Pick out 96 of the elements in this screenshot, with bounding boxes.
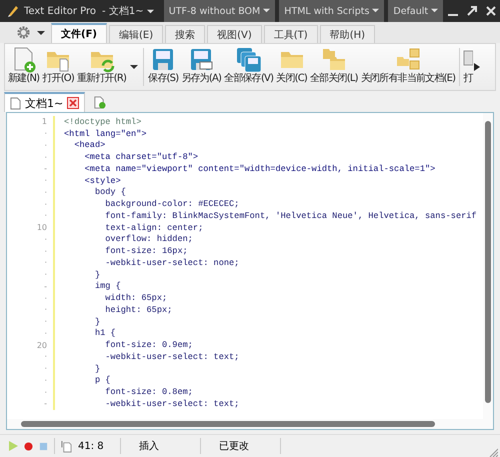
code-line: -webkit-user-select: text; — [104, 398, 240, 409]
document-title: 文档1~ — [25, 96, 64, 110]
ribbon-button[interactable]: 打 — [463, 44, 474, 90]
ribbon-tab[interactable]: 编辑(E) — [108, 25, 164, 43]
code-line: height: 65px; — [104, 304, 172, 315]
code-line: font-size: 16px; — [104, 246, 188, 256]
ribbon-tab[interactable]: 搜索 — [165, 25, 206, 43]
code-line: img { — [94, 281, 121, 292]
scroll-right-icon[interactable] — [474, 63, 480, 71]
ribbon-button[interactable]: 全部保存(V) — [223, 44, 274, 90]
line-number: · — [43, 388, 47, 397]
resize-grip-icon[interactable] — [488, 447, 498, 457]
document-menu[interactable]: - 文档1~ — [100, 4, 156, 18]
app-name: Text Editor Pro — [24, 6, 96, 16]
horizontal-scrollbar[interactable] — [7, 419, 493, 429]
line-number: · — [43, 317, 47, 326]
modified-status: 已更改 — [218, 440, 250, 453]
line-number: · — [43, 200, 47, 209]
ribbon-button[interactable]: 关闭所有非当前文档(E) — [360, 44, 456, 90]
title-dropdown[interactable]: UTF-8 without BOM — [164, 0, 276, 22]
ribbon-button[interactable]: 打开(O) — [41, 44, 75, 90]
ribbon-button[interactable]: 关闭(C) — [275, 44, 308, 90]
code-line: background-color: #ECECEC; — [104, 199, 240, 210]
caret-icon — [431, 7, 438, 14]
code-line: font-family: BlinkMacSystemFont, 'Helvetica Neue', Helvetica, sans-serif — [104, 210, 477, 221]
line-number: · — [43, 376, 47, 385]
code-line: } — [94, 316, 100, 327]
code-line: width: 65px; — [104, 293, 168, 304]
line-number: · — [43, 152, 47, 162]
ribbon-tab[interactable]: 视图(V) — [207, 25, 262, 43]
settings-icon[interactable] — [16, 25, 31, 40]
ribbon-tab[interactable]: 文件(F) — [51, 23, 107, 43]
line-number: · — [43, 305, 47, 314]
title-dropdown[interactable]: HTML with Scripts — [279, 0, 384, 22]
pencil-icon — [6, 4, 20, 18]
code-line: p { — [94, 375, 110, 386]
ribbon-tab[interactable]: 工具(T) — [264, 25, 318, 43]
document-icon — [10, 96, 21, 110]
code-line: h1 { — [94, 328, 116, 338]
code-line: <!doctype html> — [64, 116, 142, 127]
title-dropdown[interactable]: Default — [388, 0, 444, 22]
ribbon-button[interactable]: 新建(N) — [7, 44, 40, 90]
line-number: 10 — [36, 223, 47, 232]
line-number: · — [43, 270, 47, 280]
line-number: · — [43, 129, 47, 138]
line-number: - — [43, 282, 47, 291]
new-tab-icon[interactable] — [93, 96, 106, 109]
line-number: · — [43, 234, 47, 244]
line-number: - — [43, 164, 47, 174]
vertical-scrollbar[interactable] — [483, 113, 493, 419]
code-line: } — [94, 270, 100, 280]
code-line: <meta name="viewport" content="width=device-width, initial-scale=1"> — [84, 164, 436, 174]
line-number: · — [43, 176, 47, 186]
record-icon[interactable] — [24, 442, 33, 450]
floppy-disks-icon — [236, 47, 262, 73]
code-line: -webkit-user-select: text; — [104, 352, 240, 362]
code-line: body { — [94, 187, 126, 198]
ribbon-tab[interactable]: 帮助(H) — [320, 25, 376, 43]
line-number: 1 — [40, 117, 47, 126]
ribbon-button[interactable]: 另存为(A) — [180, 44, 222, 90]
line-number: · — [43, 352, 47, 362]
line-number: · — [43, 294, 47, 303]
code-line: overflow: hidden; — [104, 234, 193, 244]
maximize-icon[interactable] — [466, 5, 478, 17]
cursor-position-icon — [61, 440, 72, 452]
code-line: <meta charset="utf-8"> — [84, 152, 198, 162]
line-number: · — [43, 211, 47, 220]
close-icon[interactable] — [67, 97, 80, 109]
line-number: · — [43, 140, 47, 150]
line-number: · — [43, 246, 47, 256]
caret-icon — [146, 8, 154, 15]
code-line: <html lang="en"> — [64, 128, 147, 139]
caret-icon — [263, 7, 270, 14]
code-line: } — [94, 364, 100, 374]
code-line: font-size: 0.8em; — [104, 387, 193, 398]
caret-icon — [372, 7, 380, 14]
code-line: -webkit-user-select: none; — [104, 258, 240, 268]
code-line: font-size: 0.9em; — [104, 340, 193, 350]
ribbon-button[interactable]: 全部关闭(L) — [308, 44, 359, 90]
line-number: · — [43, 364, 47, 374]
document-tab[interactable]: 文档1~ — [4, 92, 86, 112]
ribbon-button[interactable]: 保存(S) — [147, 44, 180, 90]
line-number: - — [43, 399, 47, 408]
code-line: <head> — [73, 140, 106, 150]
line-number: · — [43, 258, 47, 268]
code-line: text-align: center; — [104, 222, 204, 233]
caret-icon[interactable] — [37, 28, 45, 36]
line-number: · — [43, 328, 47, 338]
insert-mode: 插入 — [138, 440, 160, 453]
code-line: <style> — [84, 176, 121, 186]
folders-icon — [320, 47, 347, 73]
line-number: 20 — [36, 340, 47, 350]
line-number: · — [43, 188, 47, 197]
cursor-position: 41: 8 — [78, 440, 105, 452]
ribbon-button[interactable]: 重新打开(R) — [76, 44, 128, 90]
caret-icon[interactable] — [130, 63, 138, 71]
